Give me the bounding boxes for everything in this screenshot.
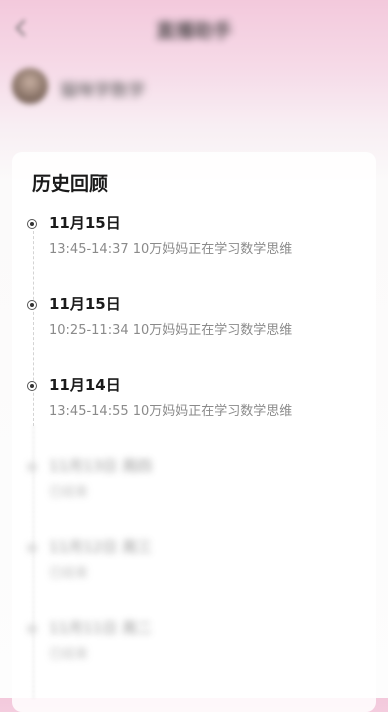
user-name: 猫咪学数学 bbox=[60, 81, 145, 101]
history-item-date: 11月15日 bbox=[49, 295, 121, 313]
history-item[interactable]: 11月15日 13:45-14:37 10万妈妈正在学习数学思维 bbox=[26, 214, 366, 274]
timeline-dot-icon bbox=[27, 462, 37, 472]
history-item-blurred[interactable]: 11月12日 周三 已结束 bbox=[26, 538, 366, 598]
timeline-dot-icon bbox=[27, 543, 37, 553]
timeline-dot-icon bbox=[27, 300, 37, 310]
history-item-date: 11月13日 周四 bbox=[49, 457, 152, 475]
history-item-desc: 13:45-14:55 10万妈妈正在学习数学思维 bbox=[49, 404, 293, 419]
history-item-desc: 13:45-14:37 10万妈妈正在学习数学思维 bbox=[49, 242, 293, 257]
history-item-date: 11月14日 bbox=[49, 376, 121, 394]
history-item-desc: 10:25-11:34 10万妈妈正在学习数学思维 bbox=[49, 323, 293, 338]
user-row[interactable]: 猫咪学数学 bbox=[12, 68, 332, 108]
history-item-blurred[interactable]: 11月11日 周二 已结束 bbox=[26, 619, 366, 679]
history-item-desc: 已结束 bbox=[49, 566, 89, 581]
history-section-title: 历史回顾 bbox=[32, 173, 109, 195]
history-item-date: 11月15日 bbox=[49, 214, 121, 232]
page-title: 直播助手 bbox=[155, 20, 232, 42]
history-item-date: 11月11日 周二 bbox=[49, 619, 152, 637]
timeline-dot-icon bbox=[27, 624, 37, 634]
timeline-dot-icon bbox=[27, 381, 37, 391]
header-bar: 直播助手 bbox=[0, 0, 388, 58]
history-item[interactable]: 11月15日 10:25-11:34 10万妈妈正在学习数学思维 bbox=[26, 295, 366, 355]
timeline-dot-icon bbox=[27, 219, 37, 229]
history-item-date: 11月12日 周三 bbox=[49, 538, 152, 556]
history-item-desc: 已结束 bbox=[49, 647, 89, 662]
history-item[interactable]: 11月14日 13:45-14:55 10万妈妈正在学习数学思维 bbox=[26, 376, 366, 436]
avatar bbox=[12, 68, 48, 104]
history-item-desc: 已结束 bbox=[49, 485, 89, 500]
history-item-blurred[interactable]: 11月13日 周四 已结束 bbox=[26, 457, 366, 517]
